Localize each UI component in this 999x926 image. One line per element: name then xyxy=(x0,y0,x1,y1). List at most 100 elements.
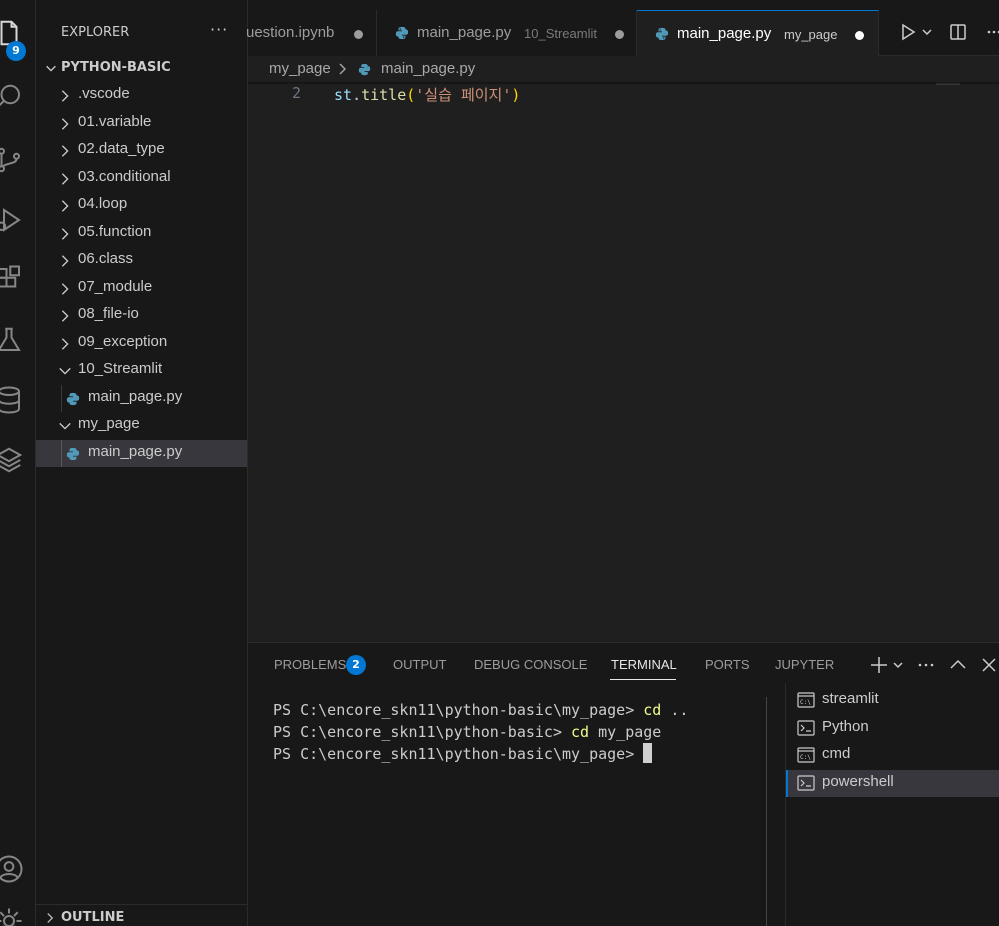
split-editor-icon[interactable] xyxy=(948,22,968,42)
workspace-root-label: PYTHON-BASIC xyxy=(61,60,171,75)
explorer-title: EXPLORER xyxy=(61,25,130,40)
run-python-file-icon[interactable] xyxy=(898,22,918,42)
terminal-instance-item[interactable]: C:\ cmd xyxy=(786,742,999,769)
tree-item-label: main_page.py xyxy=(88,387,183,405)
tab-label: uestion.ipynb xyxy=(246,24,335,41)
python-file-icon xyxy=(395,26,409,40)
active-tab-indicator xyxy=(610,679,676,680)
tab-question-ipynb[interactable]: uestion.ipynb xyxy=(246,10,377,56)
tree-folder[interactable]: 05.function xyxy=(36,220,247,247)
tree-indent-guide xyxy=(61,385,62,412)
chevron-right-icon xyxy=(61,117,69,130)
more-actions-icon[interactable] xyxy=(984,22,999,42)
tree-folder[interactable]: 02.data_type xyxy=(36,137,247,164)
chevron-right-icon xyxy=(339,63,346,75)
chevron-down-icon xyxy=(59,422,71,430)
tab-ports[interactable]: PORTS xyxy=(705,657,750,672)
terminal-scrollbar[interactable] xyxy=(766,697,767,926)
tab-description: 10_Streamlit xyxy=(524,26,597,41)
modified-dot-icon[interactable] xyxy=(354,30,363,39)
code-line[interactable]: st.title('실습 페이지') xyxy=(334,84,520,105)
breadcrumb-folder[interactable]: my_page xyxy=(269,60,331,77)
tree-folder[interactable]: 01.variable xyxy=(36,110,247,137)
terminal-dropdown-chevron-icon[interactable] xyxy=(891,655,905,675)
terminal-output[interactable]: PS C:\encore_skn11\python-basic\my_page>… xyxy=(273,699,688,765)
tree-item-label: 09_exception xyxy=(78,332,168,350)
tree-item-label: my_page xyxy=(78,415,140,432)
tree-folder[interactable]: .vscode xyxy=(36,82,247,109)
breadcrumb-shadow xyxy=(248,82,999,85)
code-paren-open: ( xyxy=(406,86,416,104)
testing-icon[interactable] xyxy=(0,325,24,355)
breadcrumb-file[interactable]: main_page.py xyxy=(381,60,475,77)
tab-terminal[interactable]: TERMINAL xyxy=(611,657,677,672)
tab-debug-console[interactable]: DEBUG CONSOLE xyxy=(474,657,587,672)
tree-folder[interactable]: my_page xyxy=(36,412,247,439)
tree-folder[interactable]: 04.loop xyxy=(36,192,247,219)
tab-label: main_page.py xyxy=(417,24,512,41)
terminal-instance-label: streamlit xyxy=(822,690,879,707)
editor-tab-bar: uestion.ipynb main_page.py 10_Streamlit … xyxy=(246,0,999,57)
tab-main-page-streamlit[interactable]: main_page.py 10_Streamlit xyxy=(377,10,637,56)
chevron-right-icon xyxy=(61,310,69,322)
outline-section[interactable]: OUTLINE xyxy=(36,904,247,926)
tree-item-label: main_page.py xyxy=(88,442,183,460)
chevron-right-icon xyxy=(61,282,69,295)
svg-text:C:\: C:\ xyxy=(800,699,811,706)
terminal-command: cd xyxy=(571,723,590,741)
terminal-instance-item[interactable]: Python xyxy=(786,715,999,742)
run-debug-icon[interactable] xyxy=(0,205,24,235)
panel-more-icon[interactable] xyxy=(916,655,936,675)
code-dot: . xyxy=(352,86,362,104)
terminal-argument: .. xyxy=(661,701,689,719)
workspace-root-folder[interactable]: PYTHON-BASIC xyxy=(36,56,247,82)
problems-count-badge: 2 xyxy=(346,655,366,675)
account-icon[interactable] xyxy=(0,854,24,884)
explorer-badge: 9 xyxy=(6,41,26,61)
run-dropdown-chevron-icon[interactable] xyxy=(920,22,934,42)
terminal-argument: my_page xyxy=(589,723,662,741)
tree-folder[interactable]: 03.conditional xyxy=(36,165,247,192)
terminal-command: cd xyxy=(643,701,662,719)
search-icon[interactable] xyxy=(0,82,24,112)
modified-dot-icon[interactable] xyxy=(855,31,864,40)
breadcrumb: my_page main_page.py xyxy=(248,56,999,82)
tab-problems[interactable]: PROBLEMS xyxy=(274,657,346,672)
tree-file[interactable]: main_page.py xyxy=(36,385,247,412)
source-control-icon[interactable] xyxy=(0,145,24,175)
cmd-icon: C:\ xyxy=(797,692,815,708)
tree-item-label: .vscode xyxy=(78,85,130,102)
tab-label: main_page.py xyxy=(677,25,772,42)
code-function: title xyxy=(361,86,407,104)
tree-folder[interactable]: 06.class xyxy=(36,247,247,274)
tab-jupyter[interactable]: JUPYTER xyxy=(775,657,834,672)
maximize-panel-chevron-up-icon[interactable] xyxy=(948,655,968,675)
layers-icon[interactable] xyxy=(0,445,24,475)
tree-item-label: 06.class xyxy=(78,250,134,267)
database-icon[interactable] xyxy=(0,385,24,415)
tab-output[interactable]: OUTPUT xyxy=(393,657,446,672)
code-editor[interactable]: 2 st.title('실습 페이지') xyxy=(248,82,999,642)
tree-folder[interactable]: 09_exception xyxy=(36,330,247,357)
outline-label: OUTLINE xyxy=(61,910,125,925)
bottom-panel: PROBLEMS 2 OUTPUT DEBUG CONSOLE TERMINAL… xyxy=(248,642,999,926)
extensions-icon[interactable] xyxy=(0,264,24,294)
chevron-right-icon xyxy=(61,337,69,350)
terminal-instance-item[interactable]: C:\ streamlit xyxy=(786,687,999,714)
new-terminal-plus-icon[interactable] xyxy=(869,655,889,675)
python-file-icon xyxy=(66,447,80,460)
terminal-instance-item[interactable]: powershell xyxy=(786,769,999,797)
chevron-right-icon xyxy=(61,200,69,212)
chevron-right-icon xyxy=(61,90,69,102)
more-actions-button[interactable]: ··· xyxy=(210,20,228,39)
manage-gear-icon[interactable] xyxy=(0,906,24,926)
tab-main-page-my-page[interactable]: main_page.py my_page xyxy=(637,10,879,57)
modified-dot-icon[interactable] xyxy=(615,30,624,39)
terminal-prompt: PS C:\encore_skn11\python-basic> xyxy=(273,723,572,741)
close-panel-icon[interactable] xyxy=(979,655,999,675)
terminal-cursor xyxy=(643,743,653,763)
tree-folder[interactable]: 08_file-io xyxy=(36,302,247,329)
tree-file[interactable]: main_page.py xyxy=(36,439,247,467)
tree-folder[interactable]: 10_Streamlit xyxy=(36,357,247,384)
tree-folder[interactable]: 07_module xyxy=(36,275,247,302)
